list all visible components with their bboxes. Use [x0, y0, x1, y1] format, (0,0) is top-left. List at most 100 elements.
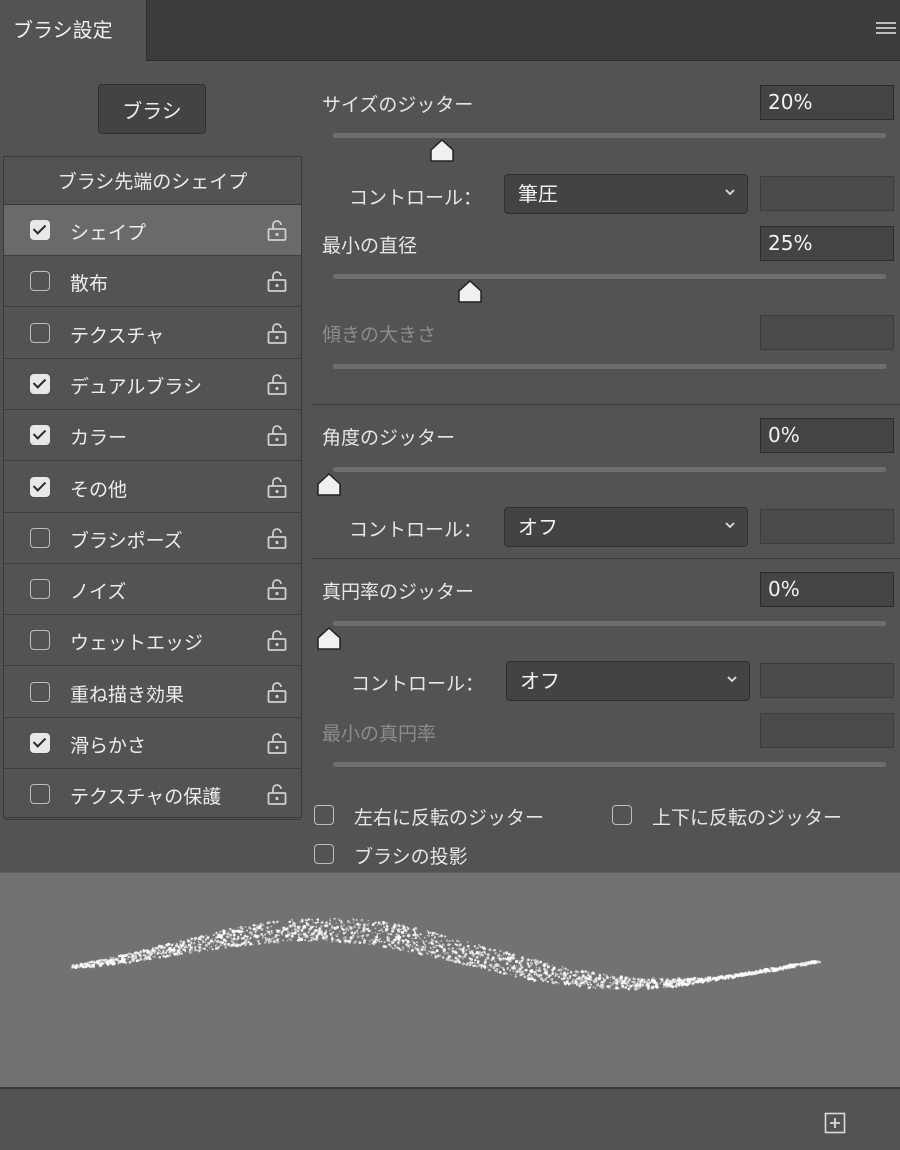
list-item[interactable]: テクスチャ [4, 308, 301, 359]
size-control-select[interactable]: 筆圧 [504, 174, 748, 214]
brush-tip-shape-item[interactable]: ブラシ先端のシェイプ [4, 157, 301, 205]
flip-y-jitter-checkbox[interactable] [612, 805, 632, 825]
roundness-control-label: コントロール： [351, 673, 485, 695]
angle-jitter-input[interactable]: 0% [760, 418, 894, 453]
flip-x-jitter-checkbox[interactable] [314, 805, 334, 825]
chevron-down-icon [725, 522, 735, 529]
unlock-icon[interactable] [266, 218, 288, 242]
divider [312, 404, 900, 405]
flip-x-jitter-label: 左右に反転のジッター [354, 807, 545, 829]
option-checkbox[interactable] [30, 220, 50, 240]
roundness-jitter-input[interactable]: 0% [760, 572, 894, 607]
brush-button[interactable]: ブラシ [98, 84, 206, 134]
angle-jitter-label: 角度のジッター [322, 427, 456, 449]
brush-projection-label: ブラシの投影 [354, 846, 468, 868]
angle-jitter-slider-thumb[interactable] [316, 473, 342, 497]
brush-stroke-preview [0, 872, 900, 1087]
size-jitter-slider[interactable] [333, 133, 886, 138]
option-checkbox[interactable] [30, 373, 50, 394]
tab-label: ブラシ設定 [13, 18, 113, 42]
min-roundness-input [760, 713, 894, 748]
option-checkbox[interactable] [30, 733, 50, 753]
brush-projection-checkbox[interactable] [314, 844, 334, 864]
angle-control-value: オフ [518, 515, 558, 539]
list-item[interactable]: カラー [4, 410, 301, 462]
list-item-label: テクスチャの保護 [70, 786, 222, 809]
list-item-label: 散布 [70, 273, 109, 296]
roundness-jitter-slider-thumb[interactable] [316, 627, 342, 651]
list-item[interactable]: その他 [4, 462, 301, 513]
min-diameter-label: 最小の直径 [322, 235, 418, 257]
unlock-icon[interactable] [266, 782, 288, 806]
list-item-label: ブラシポーズ [70, 529, 183, 552]
list-item[interactable]: ブラシポーズ [4, 513, 301, 564]
option-checkbox[interactable] [30, 322, 50, 343]
unlock-icon[interactable] [266, 526, 288, 550]
unlock-icon[interactable] [266, 321, 288, 345]
min-diameter-slider[interactable] [333, 274, 886, 279]
divider [312, 558, 900, 559]
unlock-icon[interactable] [266, 372, 288, 396]
size-control-extra-field [760, 176, 894, 211]
min-diameter-slider-thumb[interactable] [457, 280, 483, 304]
roundness-jitter-slider[interactable] [333, 621, 886, 626]
list-item-label: 重ね描き効果 [70, 683, 185, 706]
size-jitter-input[interactable]: 20% [760, 85, 894, 120]
unlock-icon[interactable] [266, 577, 288, 601]
size-jitter-label: サイズのジッター [322, 94, 474, 116]
list-item[interactable]: デュアルブラシ [4, 359, 301, 410]
option-checkbox[interactable] [30, 527, 50, 548]
angle-control-select[interactable]: オフ [504, 507, 748, 547]
list-item-label: その他 [70, 478, 128, 501]
unlock-icon[interactable] [266, 628, 288, 652]
option-checkbox[interactable] [30, 271, 50, 292]
unlock-icon[interactable] [266, 475, 288, 499]
option-checkbox[interactable] [30, 425, 50, 446]
list-item[interactable]: 散布 [4, 256, 301, 308]
roundness-jitter-label: 真円率のジッター [322, 581, 475, 603]
angle-control-extra-field [760, 509, 894, 544]
roundness-control-select[interactable]: オフ [506, 661, 750, 701]
list-item-label: ノイズ [70, 581, 127, 604]
panel-footer [0, 1087, 900, 1150]
option-checkbox[interactable] [30, 630, 50, 651]
list-item-label: デュアルブラシ [70, 375, 203, 398]
tilt-scale-input [760, 315, 894, 350]
list-item-label: テクスチャ [70, 324, 165, 347]
plus-square-icon[interactable] [824, 1112, 846, 1134]
unlock-icon[interactable] [266, 269, 288, 293]
min-roundness-slider [333, 762, 886, 767]
unlock-icon[interactable] [266, 680, 288, 704]
angle-control-label: コントロール： [349, 519, 483, 541]
list-item[interactable]: ノイズ [4, 564, 301, 616]
list-item[interactable]: 重ね描き効果 [4, 667, 301, 718]
flip-y-jitter-label: 上下に反転のジッター [652, 807, 843, 829]
list-item-label: 滑らかさ [70, 735, 147, 757]
tilt-scale-label: 傾きの大きさ [322, 324, 437, 346]
list-item-label: ウェットエッジ [70, 632, 204, 655]
size-control-label: コントロール： [349, 187, 483, 209]
option-checkbox[interactable] [30, 784, 50, 805]
unlock-icon[interactable] [266, 731, 288, 755]
option-checkbox[interactable] [30, 579, 50, 600]
list-item-label: カラー [70, 427, 128, 450]
list-item[interactable]: ウェットエッジ [4, 615, 301, 667]
list-item[interactable]: 滑らかさ [4, 718, 301, 769]
size-control-value: 筆圧 [518, 182, 558, 206]
option-checkbox[interactable] [30, 681, 50, 702]
chevron-down-icon [725, 189, 735, 196]
unlock-icon[interactable] [266, 423, 288, 447]
brush-options-list: ブラシ先端のシェイプ シェイプ散布テクスチャデュアルブラシ カラーその他ブラシポー… [3, 156, 302, 821]
list-item[interactable]: テクスチャの保護 [4, 769, 301, 821]
hamburger-icon[interactable] [876, 22, 896, 38]
option-checkbox[interactable] [30, 476, 50, 497]
tilt-scale-slider [333, 364, 886, 369]
roundness-control-extra-field [760, 663, 894, 698]
list-item[interactable]: シェイプ [4, 205, 301, 256]
min-diameter-input[interactable]: 25% [760, 226, 894, 261]
roundness-control-value: オフ [520, 669, 560, 693]
list-item-label: シェイプ [70, 222, 147, 244]
size-jitter-slider-thumb[interactable] [429, 139, 455, 163]
tab-brush-settings[interactable]: ブラシ設定 [0, 0, 147, 61]
angle-jitter-slider[interactable] [333, 467, 886, 472]
